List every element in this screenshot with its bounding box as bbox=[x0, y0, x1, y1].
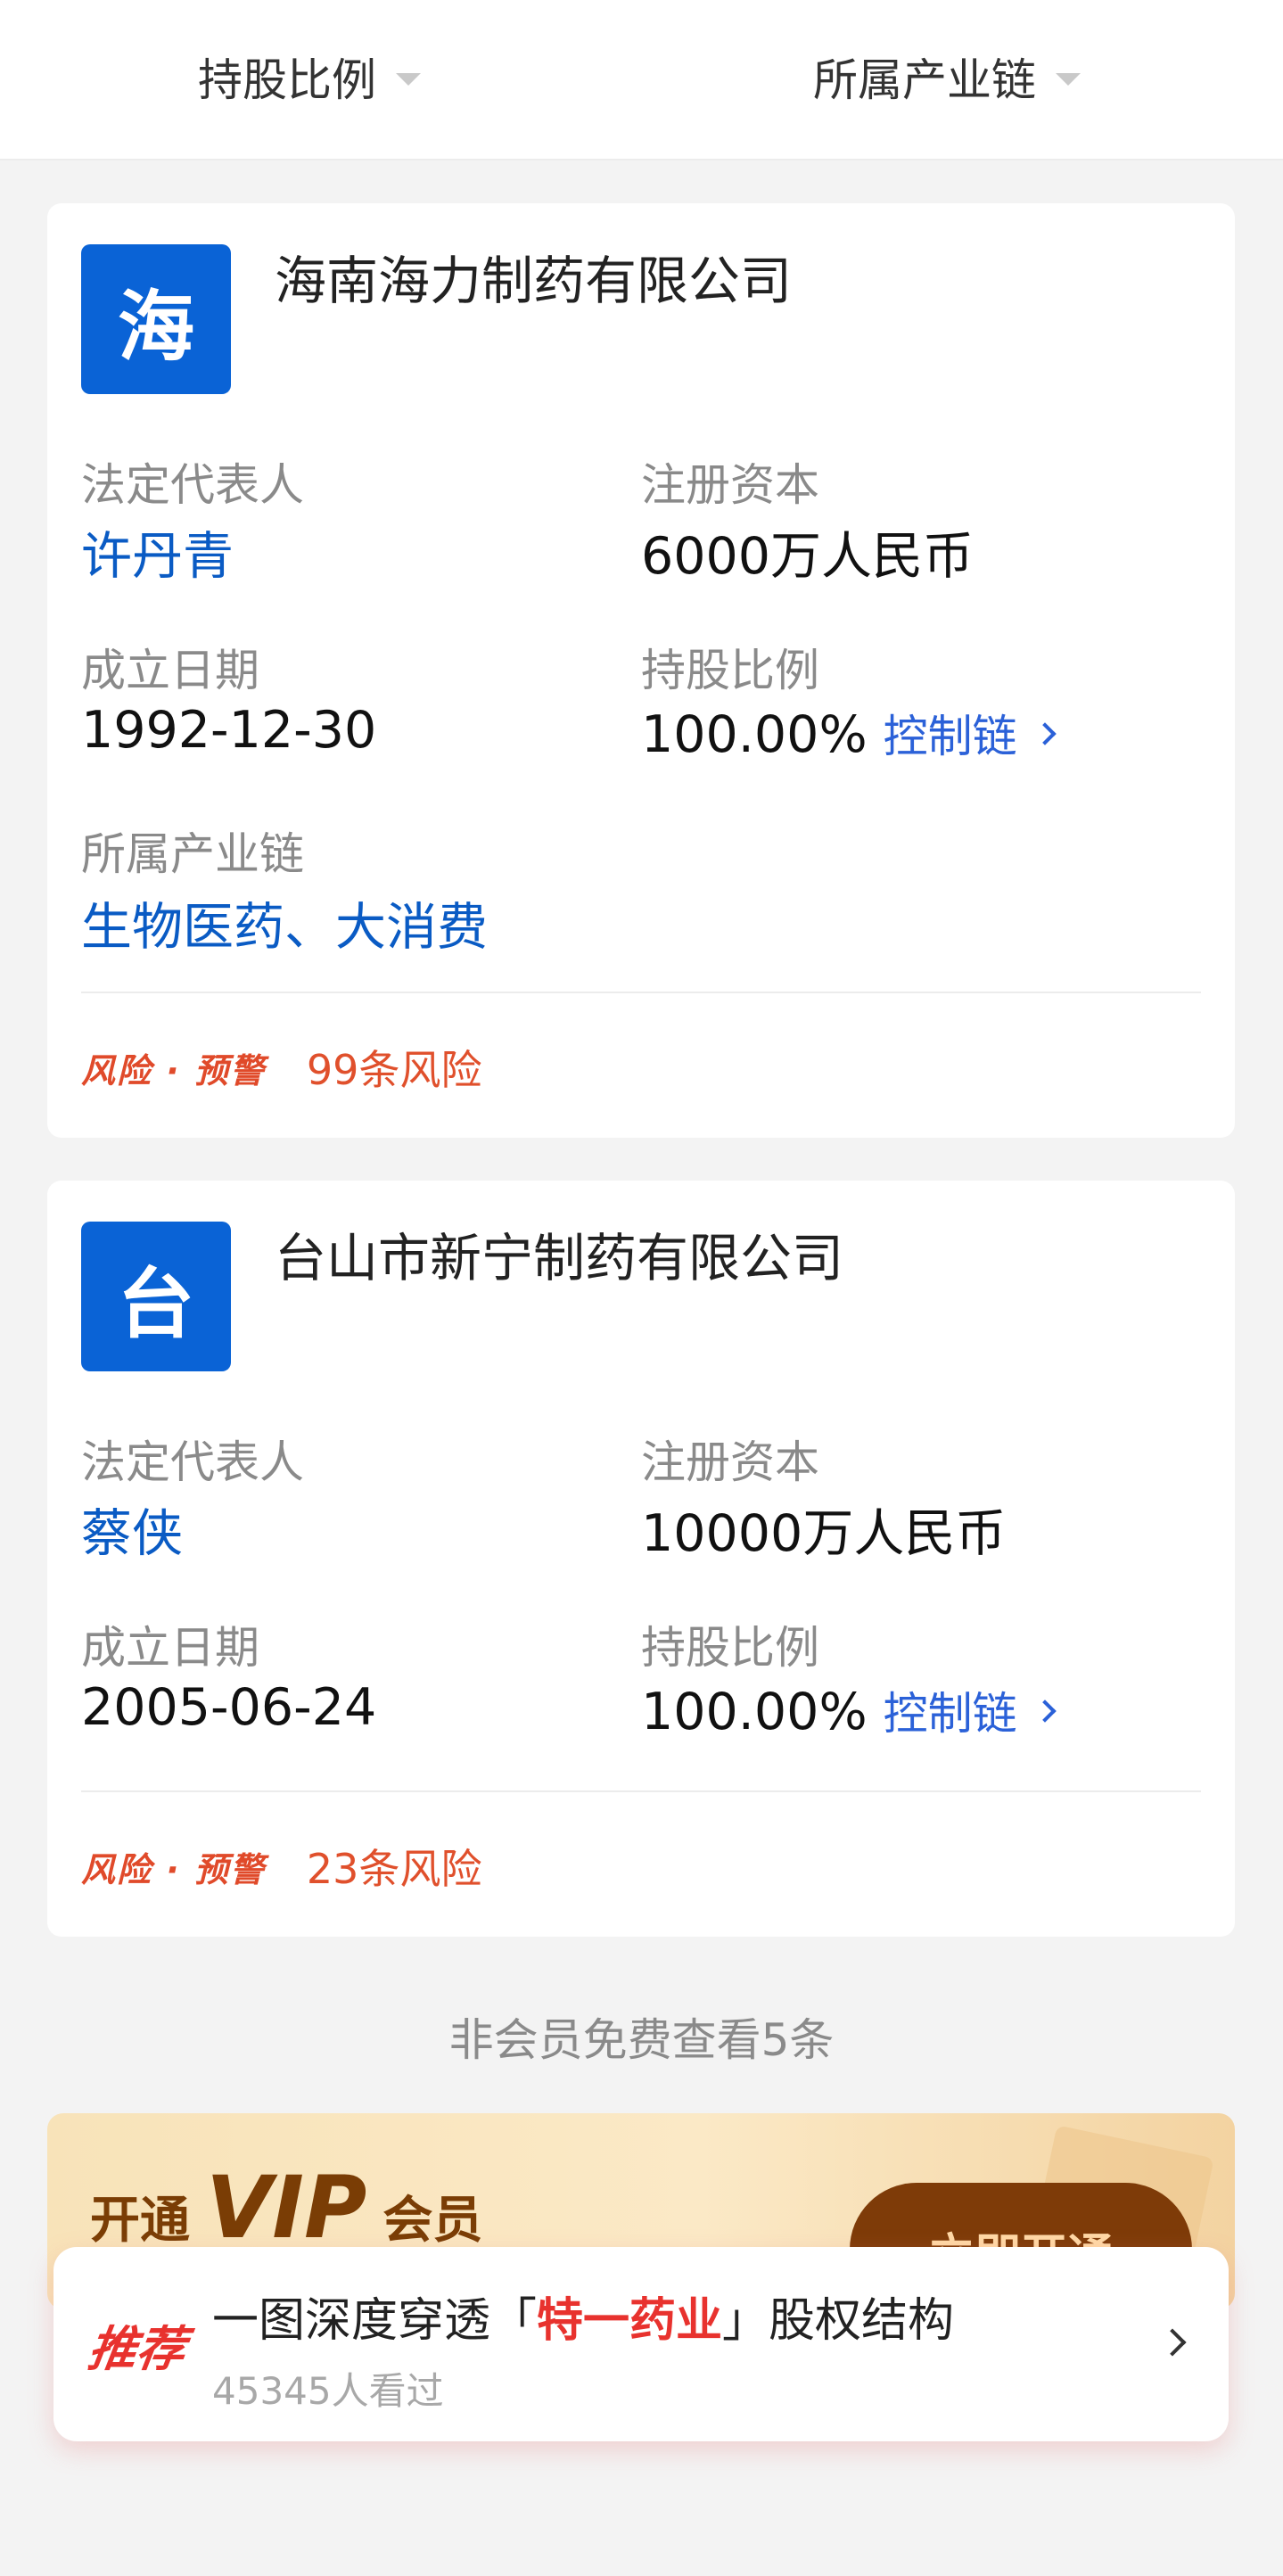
share-label: 持股比例 bbox=[641, 645, 819, 696]
legal-rep-value[interactable]: 许丹青 bbox=[81, 515, 234, 588]
industry-value[interactable]: 生物医药、大消费 bbox=[81, 886, 488, 959]
share-value: 100.00% bbox=[641, 705, 868, 764]
company-logo: 海 bbox=[81, 244, 231, 394]
share-value: 100.00% bbox=[641, 1683, 868, 1741]
risk-warning-badge: 风险 · 预警 bbox=[81, 1050, 266, 1090]
vip-title-suffix: 会员 bbox=[382, 2192, 483, 2250]
chevron-right-icon[interactable] bbox=[1158, 2328, 1187, 2357]
filter-industry-chain[interactable]: 所属产业链 bbox=[813, 41, 1081, 112]
filter-shareholding-label: 持股比例 bbox=[198, 54, 376, 106]
risk-count: 99条风险 bbox=[306, 1046, 482, 1094]
risk-warning-badge: 风险 · 预警 bbox=[81, 1849, 266, 1889]
company-card[interactable]: 海 海南海力制药有限公司 法定代表人 许丹青 注册资本 6000万人民币 成立日… bbox=[47, 203, 1235, 1138]
company-name[interactable]: 台山市新宁制药有限公司 bbox=[275, 1216, 843, 1291]
vip-title: 开通 VIP 会员 bbox=[90, 2158, 482, 2258]
recommend-title-before: 一图深度穿透「 bbox=[212, 2294, 538, 2348]
caret-down-icon bbox=[396, 73, 421, 86]
control-chain-link[interactable]: 控制链 bbox=[883, 701, 1057, 765]
reg-capital-value: 6000万人民币 bbox=[641, 527, 975, 586]
control-chain-link[interactable]: 控制链 bbox=[883, 1678, 1057, 1742]
reg-capital-value: 10000万人民币 bbox=[641, 1504, 1007, 1563]
legal-rep-value[interactable]: 蔡侠 bbox=[81, 1493, 183, 1566]
filter-shareholding[interactable]: 持股比例 bbox=[198, 41, 421, 112]
industry-label: 所属产业链 bbox=[81, 828, 304, 880]
filter-bar: 持股比例 所属产业链 bbox=[0, 0, 1283, 160]
risk-count: 23条风险 bbox=[306, 1845, 482, 1893]
filter-industry-chain-label: 所属产业链 bbox=[813, 54, 1036, 106]
vip-title-prefix: 开通 bbox=[90, 2192, 190, 2250]
founded-label: 成立日期 bbox=[81, 645, 259, 696]
recommend-badge: 推荐 bbox=[84, 2321, 189, 2377]
free-view-note: 非会员免费查看5条 bbox=[448, 2014, 835, 2066]
vip-title-vip: VIP bbox=[206, 2158, 367, 2258]
chevron-right-icon bbox=[1032, 722, 1057, 745]
control-chain-label: 控制链 bbox=[883, 1688, 1017, 1740]
divider bbox=[81, 992, 1201, 993]
reg-capital-label: 注册资本 bbox=[641, 459, 819, 511]
recommend-title-after: 」股权结构 bbox=[722, 2294, 955, 2348]
recommend-title-highlight: 特一药业 bbox=[537, 2294, 723, 2348]
share-row: 100.00% 控制链 bbox=[641, 701, 1057, 765]
recommend-view-count: 45345人看过 bbox=[212, 2369, 444, 2413]
risk-row[interactable]: 风险 · 预警 99条风险 bbox=[81, 1038, 481, 1097]
chevron-right-icon bbox=[1032, 1700, 1057, 1723]
reg-capital-label: 注册资本 bbox=[641, 1436, 819, 1488]
share-label: 持股比例 bbox=[641, 1622, 819, 1674]
caret-down-icon bbox=[1056, 73, 1081, 86]
company-name[interactable]: 海南海力制药有限公司 bbox=[275, 239, 792, 314]
recommend-card[interactable]: 推荐 一图深度穿透「特一药业」股权结构 45345人看过 bbox=[53, 2247, 1229, 2441]
share-row: 100.00% 控制链 bbox=[641, 1678, 1057, 1742]
legal-rep-label: 法定代表人 bbox=[81, 1436, 304, 1488]
company-card[interactable]: 台 台山市新宁制药有限公司 法定代表人 蔡侠 注册资本 10000万人民币 成立… bbox=[47, 1181, 1235, 1937]
divider bbox=[81, 1790, 1201, 1792]
recommend-title: 一图深度穿透「特一药业」股权结构 bbox=[212, 2283, 954, 2350]
founded-value: 2005-06-24 bbox=[81, 1678, 377, 1737]
founded-label: 成立日期 bbox=[81, 1622, 259, 1674]
founded-value: 1992-12-30 bbox=[81, 701, 377, 760]
risk-row[interactable]: 风险 · 预警 23条风险 bbox=[81, 1837, 481, 1896]
legal-rep-label: 法定代表人 bbox=[81, 459, 304, 511]
company-logo: 台 bbox=[81, 1222, 231, 1371]
control-chain-label: 控制链 bbox=[883, 711, 1017, 762]
